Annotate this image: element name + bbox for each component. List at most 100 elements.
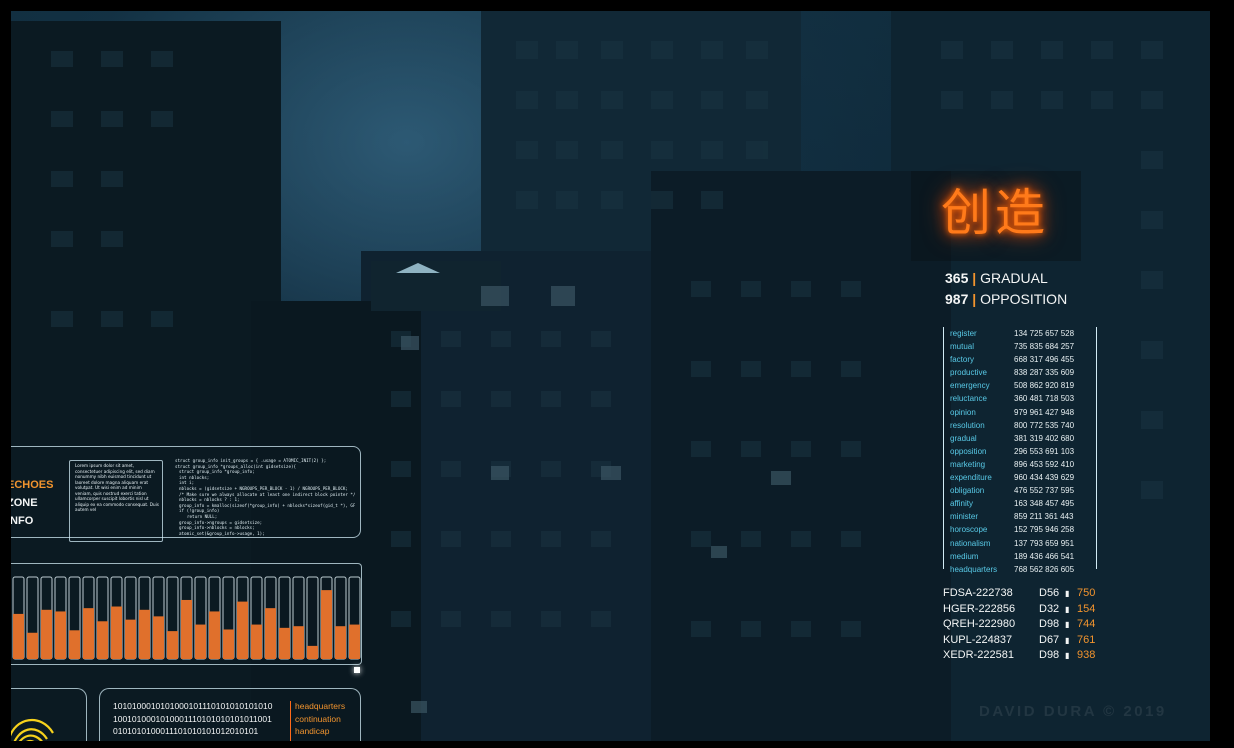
code-code: D98	[1039, 649, 1060, 661]
code-marker: ▮	[1065, 604, 1070, 614]
menu-item-echoes[interactable]: ECHOES	[11, 476, 53, 494]
stat-row-1: 365 | GRADUAL	[945, 269, 1048, 287]
number-cell: 896 453 592 410	[1014, 459, 1075, 469]
word-cell: emergency	[950, 381, 990, 391]
number-cell: 735 835 684 257	[1014, 342, 1075, 352]
word-table-row: factory 668 317 496 455	[950, 353, 1074, 366]
number-cell: 137 793 659 951	[1014, 538, 1075, 548]
bar	[265, 608, 276, 659]
number-cell: 668 317 496 455	[1014, 355, 1075, 365]
word-table-row: horoscope 152 795 946 258	[950, 523, 1074, 536]
word-line: headquarters	[295, 701, 346, 711]
neon-sign-text: 创造	[941, 184, 1049, 242]
hud-menu: ECHOES ZONE INFO	[11, 476, 53, 530]
word-cell: productive	[950, 368, 987, 378]
binary-readout: 1010100010101000101110101010101010 100101…	[113, 700, 272, 738]
word-cell: obligation	[950, 486, 985, 496]
bar	[335, 626, 346, 659]
word-line: handicap	[295, 726, 330, 736]
word-table-row: obligation 476 552 737 595	[950, 484, 1074, 497]
bar	[41, 609, 52, 659]
bar	[321, 590, 332, 659]
word-table-row: mutual 735 835 684 257	[950, 340, 1074, 353]
number-cell: 476 552 737 595	[1014, 486, 1075, 496]
code-line: atomic_set(&group_info->usage, 1);	[179, 530, 265, 536]
bar	[279, 627, 290, 659]
code-id: FDSA-222738	[943, 587, 1013, 599]
bar	[181, 599, 192, 659]
binary-line: 1001010001010001110101010101011001	[113, 713, 272, 724]
number-cell: 189 436 466 541	[1014, 551, 1075, 561]
number-cell: 960 434 439 629	[1014, 473, 1075, 483]
code-row: XEDR-222581 D98 ▮ 938	[943, 648, 1113, 664]
stat-separator: |	[972, 270, 977, 286]
bar	[111, 606, 122, 659]
word-table-row: nationalism 137 793 659 951	[950, 537, 1074, 550]
word-cell: gradual	[950, 433, 977, 443]
stat-row-2: 987 | OPPOSITION	[945, 290, 1067, 308]
bar	[195, 624, 206, 659]
code-row: QREH-222980 D98 ▮ 744	[943, 617, 1113, 633]
word-cell: marketing	[950, 459, 986, 469]
number-cell: 859 211 361 443	[1014, 512, 1074, 522]
bar	[83, 608, 94, 659]
fingerprint-icon	[11, 718, 54, 741]
word-readout: headquarters continuation handicap	[295, 700, 345, 738]
bar	[55, 611, 66, 659]
lorem-text: Lorem ipsum dolor sit amet, consectetuer…	[75, 463, 159, 512]
stat-number: 365	[945, 270, 969, 286]
word-cell: reluctance	[950, 394, 987, 404]
word-table: register 134 725 657 528 mutual 735 835 684…	[950, 327, 1074, 576]
code-id: HGER-222856	[943, 602, 1016, 615]
image-frame: 创造 365 | GRADUAL 987 | OPPOSITION regist…	[0, 0, 1234, 748]
number-cell: 152 795 946 258	[1014, 525, 1075, 535]
bar	[139, 609, 150, 659]
word-table-row: resolution 800 772 535 740	[950, 419, 1074, 432]
code-id: KUPL-224837	[943, 633, 1013, 646]
code-code: D67	[1039, 633, 1060, 646]
binary-line: 0101010100011101010101012010101	[113, 726, 259, 736]
number-cell: 979 961 427 948	[1014, 407, 1075, 417]
bar	[349, 624, 360, 659]
code-row: HGER-222856 D32 ▮ 154	[943, 602, 1113, 618]
city-scene: 创造 365 | GRADUAL 987 | OPPOSITION regist…	[11, 11, 1210, 741]
code-line: nblocks = (gidsetsize + NGROUPS_PER_BLOC…	[179, 485, 348, 491]
code-value: 938	[1077, 649, 1096, 661]
code-id: QREH-222980	[943, 618, 1016, 630]
code-marker: ▮	[1065, 589, 1070, 598]
bar	[293, 626, 304, 659]
word-table-row: minister 859 211 361 443	[950, 510, 1074, 523]
watermark: DAVID DURA © 2019	[979, 703, 1167, 720]
bar	[27, 632, 38, 659]
word-cell: nationalism	[950, 538, 991, 548]
word-cell: mutual	[950, 342, 975, 352]
code-value: 744	[1077, 618, 1096, 630]
number-cell: 296 553 691 103	[1014, 446, 1075, 456]
code-list: FDSA-222738 D56 ▮ 750 HGER-222856 D32 ▮ 154 QREH…	[943, 586, 1113, 664]
bar	[167, 631, 178, 659]
code-value: 154	[1077, 602, 1096, 615]
word-cell: resolution	[950, 420, 985, 430]
word-cell: register	[950, 329, 977, 338]
menu-item-zone[interactable]: ZONE	[11, 494, 53, 512]
word-cell: medium	[950, 551, 979, 561]
word-cell: headquarters	[950, 564, 998, 574]
number-cell: 134 725 657 528	[1014, 329, 1075, 338]
word-line: continuation	[295, 713, 341, 724]
code-marker: ▮	[1065, 620, 1070, 629]
code-value: 750	[1077, 587, 1096, 599]
number-cell: 508 862 920 819	[1014, 381, 1075, 391]
word-table-row: opinion 979 961 427 948	[950, 406, 1074, 419]
menu-item-info[interactable]: INFO	[11, 512, 53, 530]
word-cell: minister	[950, 512, 979, 522]
binary-divider	[290, 701, 291, 741]
word-table-row: expenditure 960 434 439 629	[950, 471, 1074, 484]
word-table-row: marketing 896 453 592 410	[950, 458, 1074, 471]
number-cell: 360 481 718 503	[1014, 394, 1075, 404]
number-cell: 381 319 402 680	[1014, 433, 1075, 443]
number-cell: 768 562 826 605	[1014, 564, 1075, 574]
word-table-row: medium 189 436 466 541	[950, 550, 1074, 563]
word-cell: opinion	[950, 407, 976, 417]
word-table-row: reluctance 360 481 718 503	[950, 392, 1074, 405]
bar	[69, 630, 80, 659]
